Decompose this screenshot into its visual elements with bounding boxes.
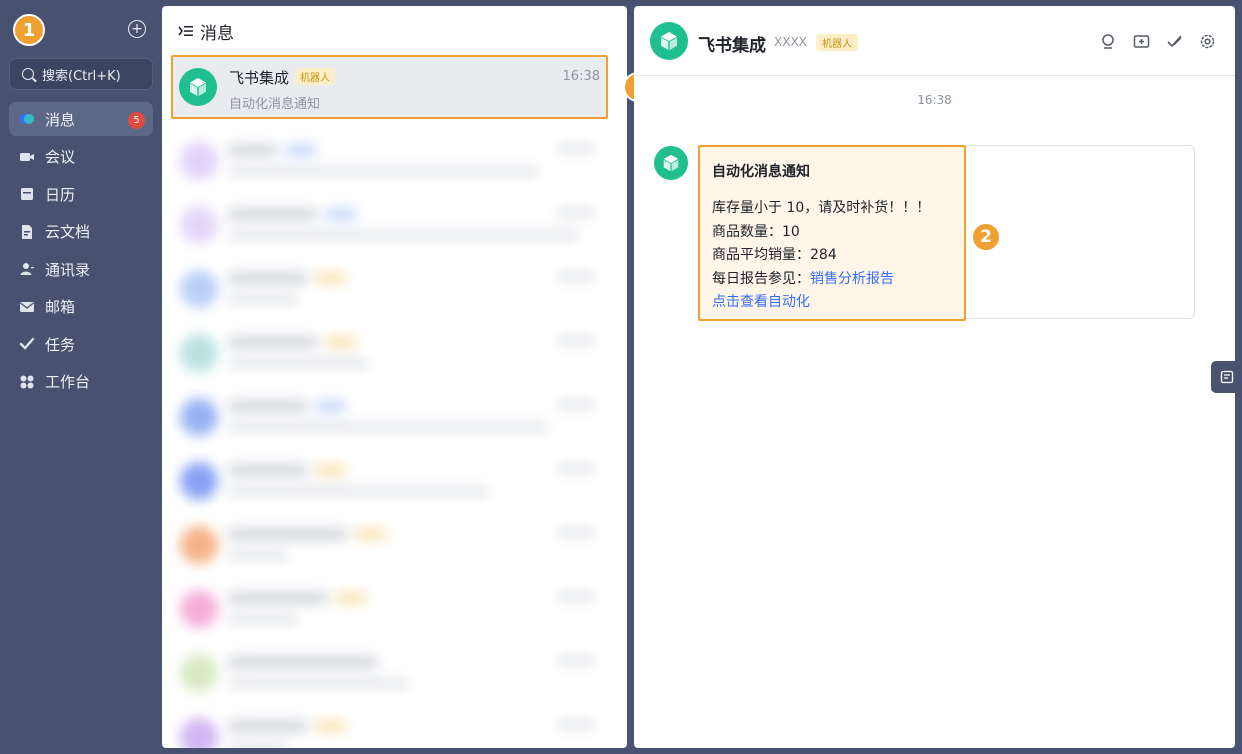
annotation-step-2: 2 (971, 222, 1001, 252)
pen-icon[interactable] (1165, 32, 1184, 51)
message-icon (19, 111, 35, 127)
video-icon (19, 149, 35, 165)
note-icon (1220, 370, 1233, 384)
sales-report-link[interactable]: 销售分析报告 (810, 271, 894, 287)
robot-tag: 机器人 (295, 68, 336, 85)
sidebar-item-label: 云文档 (45, 223, 91, 241)
list-item[interactable] (176, 386, 608, 450)
sidebar-item-calendar[interactable]: 日历 (9, 177, 153, 211)
list-header: 消息 (162, 6, 627, 56)
sidebar-nav: 消息 5 会议 日历 云文档 通讯录 邮箱 任务 工作台 (9, 102, 153, 402)
list-item[interactable] (176, 578, 608, 642)
sidebar-item-label: 消息 (45, 110, 76, 129)
sidebar-item-workplace[interactable]: 工作台 (9, 365, 153, 399)
doc-icon (19, 224, 35, 240)
search-chat-icon[interactable] (1099, 32, 1118, 51)
sidebar-item-label: 会议 (45, 148, 76, 166)
search-input[interactable]: 搜索(Ctrl+K) (9, 58, 153, 90)
create-button[interactable]: + (128, 20, 146, 38)
list-item[interactable] (176, 642, 608, 706)
header-actions (1099, 32, 1217, 51)
user-avatar[interactable]: 1 (13, 14, 45, 46)
add-member-icon[interactable] (1132, 32, 1151, 51)
search-icon (22, 68, 34, 80)
side-notes-tab[interactable] (1211, 361, 1242, 393)
task-icon (19, 336, 35, 352)
card-title: 自动化消息通知 (712, 164, 810, 180)
list-item[interactable] (176, 450, 608, 514)
message-timestamp: 16:38 (917, 93, 952, 107)
chat-subtitle: XXXX (774, 35, 807, 49)
chat-panel: 飞书集成 XXXX 机器人 16:38 自动化消息通知 库存量小于 10，请及时… (634, 6, 1235, 748)
annotation-step-1-label: 1 (22, 19, 36, 41)
blurred-chat-list (176, 130, 608, 748)
settings-gear-icon[interactable] (1198, 32, 1217, 51)
list-title: 消息 (200, 23, 234, 44)
sidebar-item-tasks[interactable]: 任务 (9, 327, 153, 361)
sidebar-item-label: 任务 (45, 335, 76, 354)
bot-avatar[interactable] (654, 146, 688, 180)
sidebar-item-mail[interactable]: 邮箱 (9, 290, 153, 324)
chat-header: 飞书集成 XXXX 机器人 (634, 6, 1235, 76)
chat-list-panel: 消息 飞书集成 机器人 16:38 自动化消息通知 (162, 6, 627, 748)
workplace-icon (19, 374, 35, 390)
card-line-stock: 库存量小于 10，请及时补货！！！ (712, 200, 931, 216)
card-line-avg-sales: 商品平均销量：284 (712, 247, 837, 263)
unread-badge: 5 (128, 112, 145, 129)
list-item[interactable] (176, 130, 608, 194)
list-item[interactable] (176, 322, 608, 386)
robot-tag: 机器人 (816, 34, 858, 51)
cube-icon (190, 78, 206, 96)
sidebar-item-label: 日历 (45, 185, 76, 204)
view-automation-link[interactable]: 点击查看自动化 (712, 291, 952, 315)
card-report-prefix: 每日报告参见： (712, 270, 810, 287)
sidebar-item-label: 邮箱 (45, 298, 76, 316)
search-placeholder: 搜索(Ctrl+K) (42, 68, 121, 84)
mail-icon (19, 299, 35, 315)
calendar-icon (19, 186, 35, 202)
sidebar-item-docs[interactable]: 云文档 (9, 215, 153, 249)
plus-icon: + (131, 21, 143, 37)
sidebar-item-label: 工作台 (45, 373, 91, 391)
annotation-step-2-text: 2 (980, 227, 992, 247)
card-line-quantity: 商品数量：10 (712, 223, 800, 240)
list-item[interactable] (176, 258, 608, 322)
chat-title: 飞书集成 (698, 36, 766, 56)
chat-name-text: 飞书集成 (229, 69, 290, 87)
bot-avatar (179, 68, 217, 106)
chat-name: 飞书集成 机器人 (229, 67, 336, 88)
message-card-content: 自动化消息通知 库存量小于 10，请及时补货！！！ 商品数量：10 商品平均销量… (698, 145, 966, 321)
sidebar-item-meetings[interactable]: 会议 (9, 140, 153, 174)
contacts-icon (19, 261, 35, 277)
card-line-report: 每日报告参见：销售分析报告 (712, 268, 952, 292)
chat-time: 16:38 (562, 69, 600, 84)
sidebar-item-contacts[interactable]: 通讯录 (9, 252, 153, 286)
sidebar-item-messages[interactable]: 消息 5 (9, 102, 153, 136)
cube-icon (663, 154, 679, 172)
chat-item-feishu-integration[interactable]: 飞书集成 机器人 16:38 自动化消息通知 (171, 55, 608, 119)
collapse-menu-icon[interactable] (178, 24, 194, 38)
left-sidebar: 1 + 搜索(Ctrl+K) 消息 5 会议 日历 云文档 通讯录 邮箱 任务 … (0, 0, 162, 754)
list-item[interactable] (176, 706, 608, 748)
cube-icon (661, 32, 677, 50)
bot-avatar[interactable] (650, 22, 688, 60)
sidebar-item-label: 通讯录 (45, 260, 91, 279)
list-item[interactable] (176, 514, 608, 578)
list-item[interactable] (176, 194, 608, 258)
chat-preview: 自动化消息通知 (229, 97, 321, 112)
